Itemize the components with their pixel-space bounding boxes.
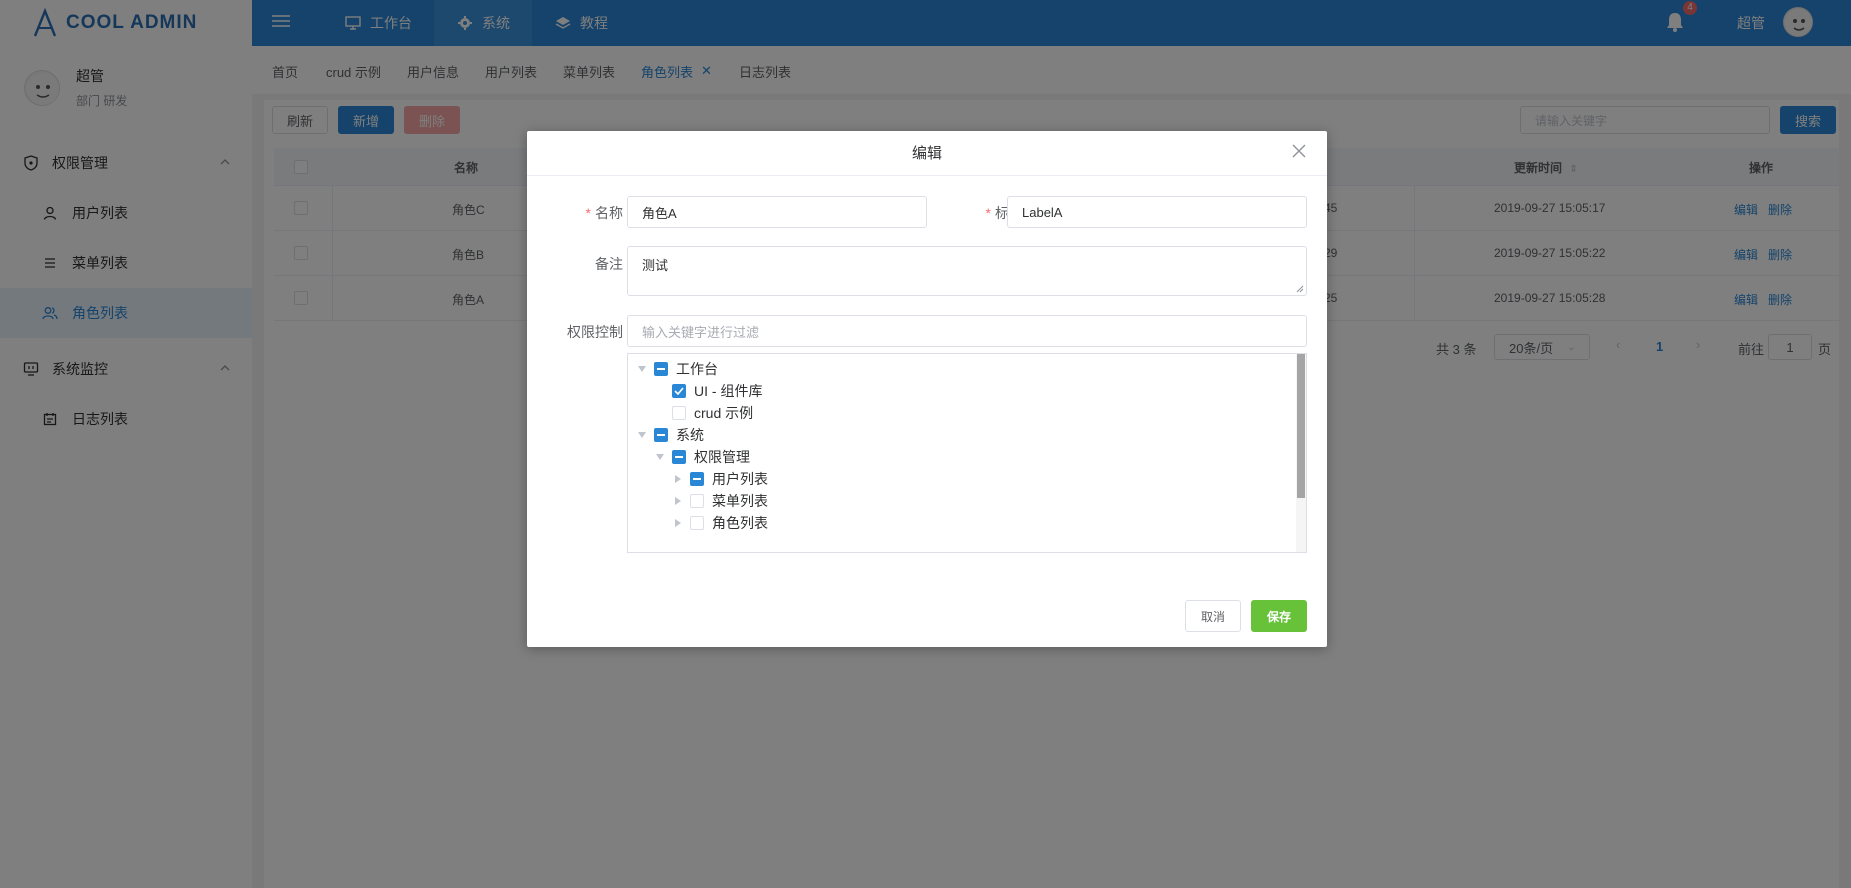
tree-checkbox[interactable] — [672, 406, 686, 420]
name-label: * 名称 — [585, 205, 623, 221]
caret-down-icon[interactable] — [636, 429, 648, 441]
tree-node[interactable]: 工作台 — [636, 358, 718, 380]
label-text: 名称 — [595, 205, 623, 221]
tree-node[interactable]: 角色列表 — [672, 512, 768, 534]
name-field[interactable]: 角色A — [627, 196, 927, 228]
tree-node[interactable]: 菜单列表 — [672, 490, 768, 512]
edit-dialog: 编辑 *名称 角色A *标识 LabelA 备注 测试 权限控制 输入关键字进行… — [527, 131, 1327, 647]
label-field[interactable]: LabelA — [1007, 196, 1307, 228]
tree-node-label: crud 示例 — [694, 405, 754, 421]
tree-node[interactable]: UI - 组件库 — [654, 380, 762, 402]
tree-checkbox[interactable] — [654, 362, 668, 376]
tree-node-label: UI - 组件库 — [694, 383, 763, 399]
tree-checkbox[interactable] — [672, 450, 686, 464]
caret-right-icon[interactable] — [672, 473, 684, 485]
dialog-title: 编辑 — [911, 145, 942, 162]
tree-node[interactable]: crud 示例 — [654, 402, 753, 424]
remark-label: 备注 — [595, 256, 623, 272]
tree-node[interactable]: 用户列表 — [672, 468, 768, 490]
caret-down-icon[interactable] — [636, 363, 648, 375]
permission-filter-input[interactable]: 输入关键字进行过滤 — [627, 315, 1307, 347]
tree-checkbox[interactable] — [690, 516, 704, 530]
close-icon[interactable] — [1291, 143, 1307, 159]
caret-spacer — [654, 385, 666, 397]
tree-checkbox[interactable] — [690, 494, 704, 508]
tree-node-label: 权限管理 — [694, 449, 750, 465]
save-button[interactable]: 保存 — [1251, 600, 1307, 632]
cancel-button[interactable]: 取消 — [1185, 600, 1241, 632]
tree-scrollbar-thumb[interactable] — [1297, 354, 1305, 498]
tree-node-label: 用户列表 — [712, 471, 768, 487]
tree-node-label: 工作台 — [676, 361, 718, 377]
caret-down-icon[interactable] — [654, 451, 666, 463]
permission-tree: 工作台 UI - 组件库 crud 示例 系统 权限管理 用户列表 菜单列表 角… — [627, 353, 1307, 553]
remark-value: 测试 — [642, 258, 669, 273]
tree-checkbox[interactable] — [690, 472, 704, 486]
tree-checkbox[interactable] — [672, 384, 686, 398]
remark-textarea[interactable]: 测试 — [627, 246, 1307, 296]
caret-right-icon[interactable] — [672, 517, 684, 529]
tree-node-label: 系统 — [676, 427, 704, 443]
resize-handle-icon[interactable] — [1296, 285, 1304, 293]
tree-checkbox[interactable] — [654, 428, 668, 442]
tree-node-label: 菜单列表 — [712, 493, 768, 509]
caret-spacer — [654, 407, 666, 419]
permission-label: 权限控制 — [567, 324, 623, 340]
tree-node[interactable]: 权限管理 — [654, 446, 750, 468]
caret-right-icon[interactable] — [672, 495, 684, 507]
tree-node-label: 角色列表 — [712, 515, 768, 531]
dialog-divider — [527, 175, 1327, 176]
tree-scrollbar[interactable] — [1296, 354, 1306, 552]
tree-node[interactable]: 系统 — [636, 424, 704, 446]
